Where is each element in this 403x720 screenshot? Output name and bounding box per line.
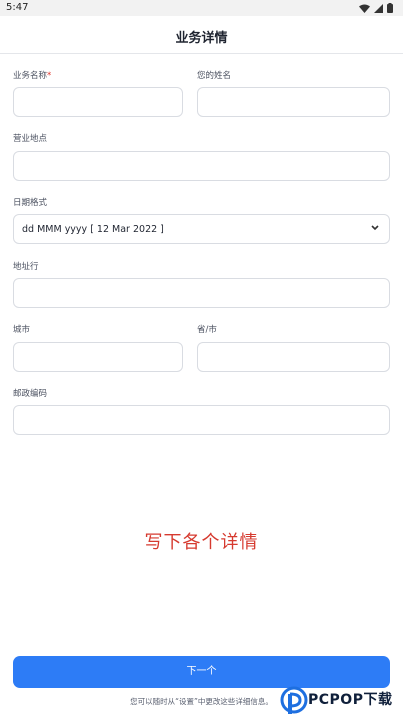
status-bar: 5:47 — [0, 0, 403, 16]
postal-code-label: 邮政编码 — [13, 389, 48, 399]
business-location-label: 营业地点 — [13, 134, 48, 144]
business-location-input[interactable] — [13, 151, 390, 181]
required-mark: * — [47, 71, 52, 81]
province-label: 省/市 — [197, 325, 217, 335]
wifi-icon — [359, 4, 370, 13]
business-name-label: 业务名称* — [13, 69, 51, 81]
your-name-input[interactable] — [197, 87, 390, 117]
hint-text: 写下各个详情 — [144, 532, 259, 553]
city-input[interactable] — [13, 342, 183, 372]
business-name-label-text: 业务名称 — [13, 71, 48, 81]
postal-code-input[interactable] — [13, 405, 390, 435]
province-input[interactable] — [197, 342, 390, 372]
chevron-down-icon — [371, 225, 379, 231]
status-icons — [359, 3, 393, 13]
status-time: 5:47 — [6, 2, 29, 13]
date-format-label: 日期格式 — [13, 198, 48, 208]
battery-icon — [387, 3, 393, 13]
date-format-value: dd MMM yyyy [ 12 Mar 2022 ] — [22, 224, 164, 235]
date-format-select[interactable]: dd MMM yyyy [ 12 Mar 2022 ] — [13, 214, 390, 244]
page-title: 业务详情 — [175, 31, 228, 46]
your-name-label: 您的姓名 — [197, 71, 232, 81]
watermark: PCPOP下载 — [278, 684, 403, 720]
watermark-text: PCPOP下载 — [308, 692, 393, 708]
city-label: 城市 — [13, 325, 31, 335]
pcpop-logo-icon — [280, 686, 308, 714]
app-header: 业务详情 — [0, 16, 403, 54]
address-line-input[interactable] — [13, 278, 390, 308]
address-line-label: 地址行 — [13, 262, 39, 272]
signal-icon — [374, 3, 383, 13]
business-name-input[interactable] — [13, 87, 183, 117]
